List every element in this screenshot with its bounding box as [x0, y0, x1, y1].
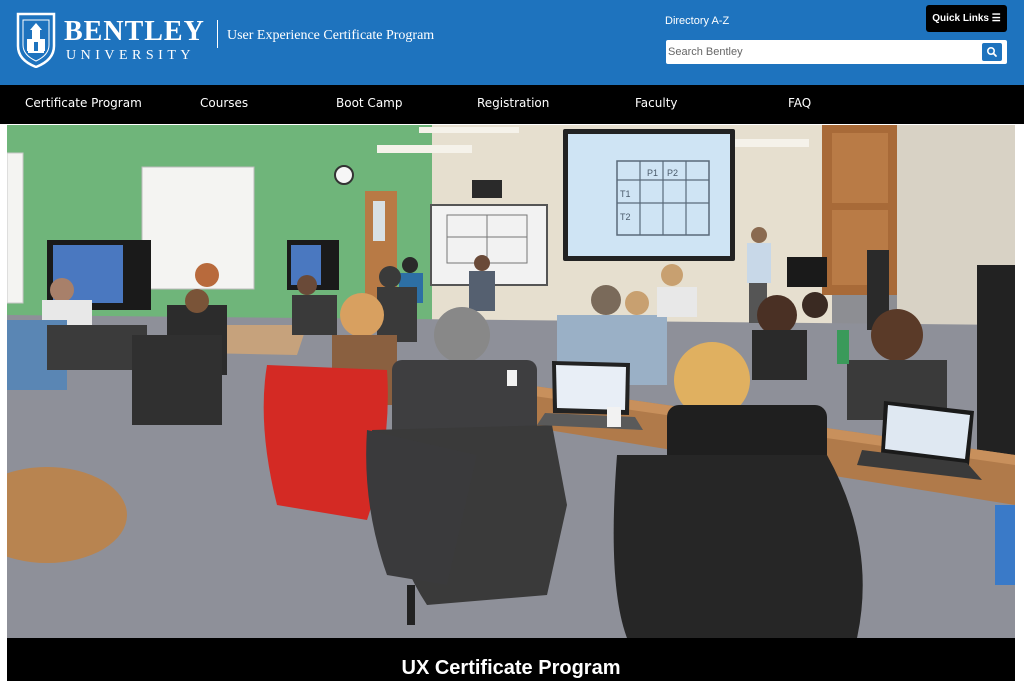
quick-links-button[interactable]: Quick Links ☰	[926, 5, 1007, 32]
nav-item-boot-camp[interactable]: Boot Camp	[336, 96, 402, 110]
nav-item-faq[interactable]: FAQ	[788, 96, 811, 110]
board-label-t2: T2	[620, 212, 631, 222]
search-box	[666, 40, 1007, 64]
header-divider	[217, 20, 218, 48]
search-icon	[987, 47, 997, 57]
program-title-link[interactable]: User Experience Certificate Program	[227, 28, 434, 44]
logo-name: BENTLEY	[64, 16, 205, 47]
main-nav: Certificate Program Courses Boot Camp Re…	[0, 85, 1024, 124]
search-button[interactable]	[982, 43, 1002, 61]
nav-item-registration[interactable]: Registration	[477, 96, 549, 110]
nav-item-certificate-program[interactable]: Certificate Program	[25, 96, 142, 110]
site-header: BENTLEY UNIVERSITY User Experience Certi…	[0, 0, 1024, 85]
directory-link[interactable]: Directory A-Z	[665, 15, 729, 27]
board-label-p2: P2	[667, 168, 678, 178]
search-input[interactable]	[668, 42, 968, 62]
hero-caption: UX Certificate Program	[401, 657, 621, 679]
classroom-photo: P1 P2 T1 T2	[7, 125, 1015, 638]
board-label-p1: P1	[647, 168, 658, 178]
hero-caption-bar: UX Certificate Program	[7, 638, 1015, 681]
nav-item-courses[interactable]: Courses	[200, 96, 248, 110]
bentley-logo[interactable]: BENTLEY UNIVERSITY	[16, 12, 216, 70]
nav-item-faculty[interactable]: Faculty	[635, 96, 678, 110]
university-seal-icon	[16, 12, 56, 68]
hero-image: P1 P2 T1 T2	[7, 125, 1015, 638]
board-label-t1: T1	[620, 189, 631, 199]
logo-subtitle: UNIVERSITY	[66, 48, 195, 63]
